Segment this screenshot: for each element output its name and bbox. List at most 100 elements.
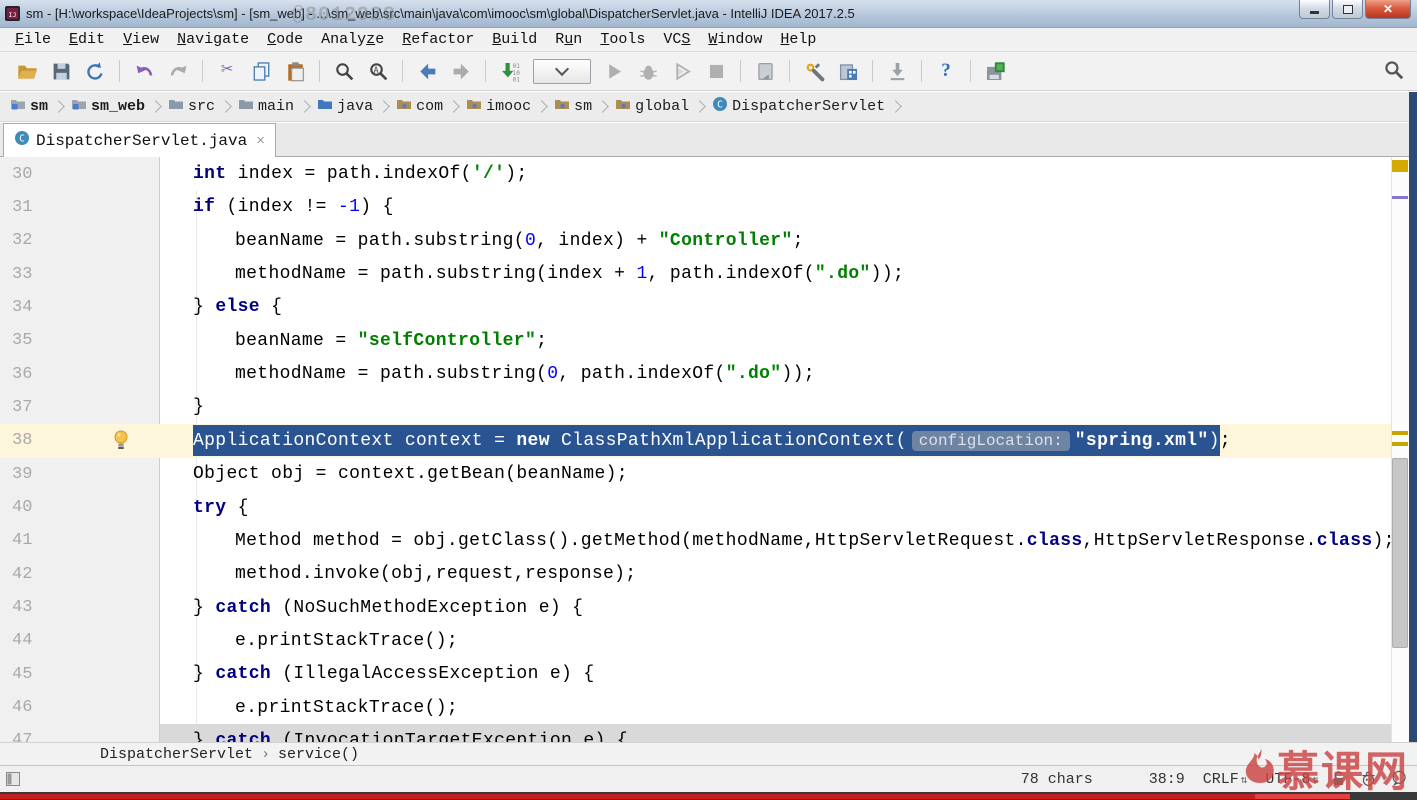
toolbar-separator (970, 60, 971, 82)
caret-position[interactable]: 38:9 (1149, 771, 1185, 788)
menu-edit[interactable]: Edit (60, 31, 114, 48)
breadcrumb-src[interactable]: src (168, 96, 215, 117)
tool-windows-toggle-icon[interactable] (5, 771, 21, 787)
find-icon[interactable] (332, 59, 356, 83)
back-icon[interactable] (415, 59, 439, 83)
restore-icon (1342, 4, 1353, 14)
menu-navigate[interactable]: Navigate (168, 31, 258, 48)
code-text: methodName = path.substring(index + 1, p… (235, 264, 905, 285)
breadcrumb-imooc[interactable]: imooc (466, 96, 531, 117)
save-icon[interactable] (49, 59, 73, 83)
restore-button[interactable] (1332, 0, 1363, 19)
breadcrumb-sm[interactable]: sm (554, 96, 592, 117)
menu-analyze[interactable]: Analyze (312, 31, 393, 48)
chevron-down-icon (554, 61, 570, 77)
cut-icon[interactable]: ✂ (215, 59, 239, 83)
open-icon[interactable] (15, 59, 39, 83)
tab-dispatcherservlet[interactable]: C DispatcherServlet.java × (3, 123, 276, 157)
undo-icon[interactable] (132, 59, 156, 83)
svg-text:A: A (373, 65, 378, 75)
replace-icon[interactable]: A (366, 59, 390, 83)
settings-icon[interactable] (802, 59, 826, 83)
code-line-45: 45} catch (IllegalAccessException e) { (0, 657, 1417, 691)
debug-icon[interactable] (636, 59, 660, 83)
line-number: 38 (0, 423, 160, 458)
inspection-status-square[interactable] (1392, 160, 1408, 172)
toolbar-separator (740, 60, 741, 82)
toolbar-separator (319, 60, 320, 82)
menu-file[interactable]: File (6, 31, 60, 48)
menu-code[interactable]: Code (258, 31, 312, 48)
flame-icon (1243, 743, 1277, 794)
code-line-31: 31 if (index != -1) { (0, 190, 1417, 224)
coverage-icon[interactable] (670, 59, 694, 83)
close-button[interactable]: ✕ (1365, 0, 1411, 19)
tool-window-icon[interactable] (753, 59, 777, 83)
line-separator-selector[interactable]: CRLF ⇅ (1203, 771, 1248, 788)
stripe-mark[interactable] (1392, 196, 1408, 199)
menu-build[interactable]: Build (483, 31, 546, 48)
search-everywhere-icon[interactable] (1383, 59, 1407, 83)
breadcrumb-dispatcherservlet[interactable]: C DispatcherServlet (712, 96, 885, 117)
breadcrumb-sm_web[interactable]: sm_web (71, 96, 145, 117)
parameter-hint: configLocation: (911, 430, 1070, 451)
module-icon (71, 96, 91, 117)
status-bar: 78 chars 38:9 CRLF ⇅ UTF-8 ⇅ (0, 765, 1417, 792)
run-icon[interactable] (602, 59, 626, 83)
code-text: e.printStackTrace(); (235, 697, 459, 718)
menu-tools[interactable]: Tools (591, 31, 654, 48)
intention-bulb-icon[interactable] (113, 429, 129, 452)
right-window-border (1409, 92, 1417, 742)
code-text: ApplicationContext context = new ClassPa… (160, 423, 1391, 458)
stop-icon[interactable] (704, 59, 728, 83)
line-number: 45 (12, 664, 33, 684)
breadcrumb-global[interactable]: global (615, 96, 689, 117)
tab-close-icon[interactable]: × (256, 132, 265, 149)
scrollbar-thumb[interactable] (1392, 458, 1408, 648)
export-icon[interactable] (885, 59, 909, 83)
menu-run[interactable]: Run (546, 31, 591, 48)
forward-icon[interactable] (449, 59, 473, 83)
breadcrumb-class[interactable]: DispatcherServlet (100, 746, 253, 763)
stripe-mark[interactable] (1392, 431, 1408, 435)
menu-view[interactable]: View (114, 31, 168, 48)
menu-refactor[interactable]: Refactor (393, 31, 483, 48)
update-project-icon[interactable]: 01 10 01 (498, 59, 522, 83)
breadcrumb-sm[interactable]: sm (10, 96, 48, 117)
save-all-icon[interactable] (983, 59, 1007, 83)
code-text: Object obj = context.getBean(beanName); (193, 464, 628, 485)
minimize-button[interactable] (1299, 0, 1330, 19)
help-icon[interactable]: ? (934, 59, 958, 83)
imooc-watermark-text: 慕课网 (1276, 747, 1409, 796)
code-line-34: 34} else { (0, 290, 1417, 324)
menu-vcs[interactable]: VCS (654, 31, 699, 48)
line-number: 33 (12, 264, 33, 284)
tab-label: DispatcherServlet.java (36, 131, 248, 150)
video-progress-played[interactable] (0, 794, 1255, 799)
copy-icon[interactable] (249, 59, 273, 83)
chevron-separator-icon (535, 100, 548, 113)
breadcrumb-com[interactable]: com (396, 96, 443, 117)
line-number: 47 (12, 731, 33, 742)
error-stripe (1391, 157, 1409, 742)
paste-icon[interactable] (283, 59, 307, 83)
project-structure-icon[interactable] (836, 59, 860, 83)
stripe-mark[interactable] (1392, 442, 1408, 446)
chevron-separator-icon (889, 100, 903, 113)
breadcrumb-java[interactable]: java (317, 96, 373, 117)
code-text: } catch (InvocationTargetException e) { (160, 723, 1391, 742)
code-line-47: 47 } catch (InvocationTargetException e) … (0, 723, 1417, 742)
line-number: 40 (12, 498, 33, 517)
line-number: 39 (12, 464, 33, 484)
menu-help[interactable]: Help (771, 31, 825, 48)
code-editor[interactable]: 30 int index = path.indexOf('/'); 31 if (in… (0, 157, 1417, 742)
breadcrumb-main[interactable]: main (238, 96, 294, 117)
breadcrumb-method[interactable]: service() (278, 746, 359, 763)
menu-window[interactable]: Window (699, 31, 771, 48)
user-id-watermark: @8012928 (292, 4, 397, 27)
run-config-dropdown[interactable] (533, 58, 591, 84)
sync-icon[interactable] (83, 59, 107, 83)
redo-icon[interactable] (166, 59, 190, 83)
breadcrumb-separator: › (261, 745, 271, 763)
toolbar-separator (202, 60, 203, 82)
